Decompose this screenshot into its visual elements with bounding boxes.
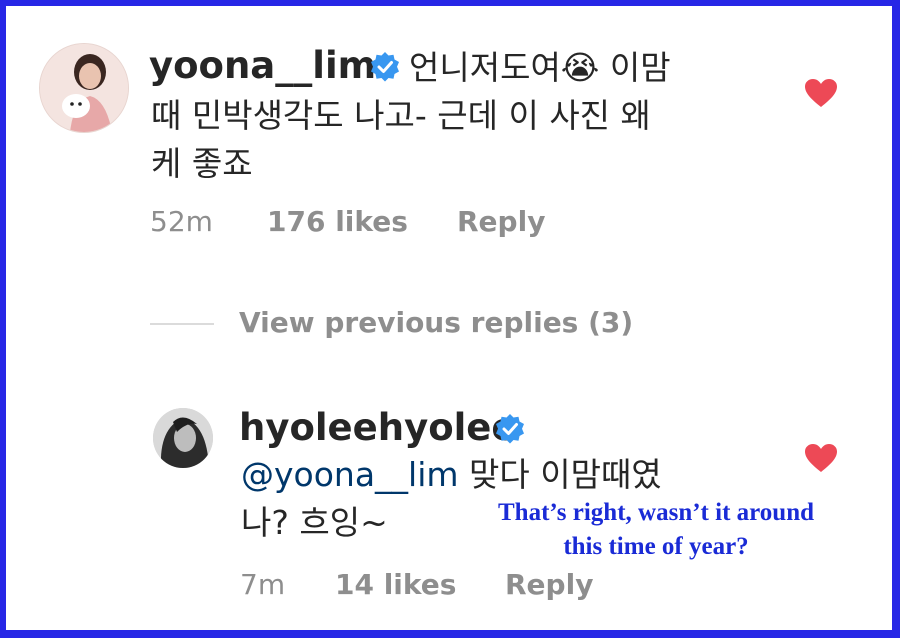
reply-text-line: @yoona__lim 맞다 이맘때였 [241, 451, 662, 499]
avatar-image [40, 44, 128, 132]
comment-time: 52m [150, 205, 213, 238]
likes-count[interactable]: 176 likes [267, 205, 408, 238]
reply-text-fragment: 맞다 이맘때였 [458, 455, 662, 494]
reply-button[interactable]: Reply [457, 205, 545, 238]
comment-username[interactable]: yoona__lim [149, 44, 376, 87]
comment-text-line: 언니저도여😭 이맘 [409, 48, 671, 87]
mention-link[interactable]: @yoona__lim [241, 455, 459, 494]
comment-text-line: 때 민박생각도 나고- 근데 이 사진 왜 [151, 96, 651, 135]
avatar-image [153, 408, 213, 468]
comment-time: 7m [240, 568, 286, 601]
avatar-yoona[interactable] [39, 43, 129, 133]
verified-badge-icon [496, 414, 524, 444]
comment-text-line: 케 좋죠 [151, 144, 253, 183]
reply-text-line: 나? 흐잉~ [241, 503, 388, 542]
verified-badge-icon [371, 52, 399, 82]
replies-divider [150, 323, 214, 325]
translation-line: That’s right, wasn’t it around [497, 499, 814, 526]
likes-count[interactable]: 14 likes [335, 568, 456, 601]
translation-caption: That’s right, wasn’t it around this time… [456, 496, 856, 564]
comment-panel: yoona__lim 언니저도여😭 이맘 때 민박생각도 나고- 근데 이 사진… [6, 6, 892, 630]
reply-button[interactable]: Reply [505, 568, 593, 601]
heart-icon[interactable] [804, 443, 838, 473]
heart-icon[interactable] [804, 78, 838, 108]
avatar-hyolee[interactable] [153, 408, 213, 468]
translation-line: this time of year? [563, 533, 749, 560]
comment-username[interactable]: hyoleehyolee [239, 406, 517, 449]
view-previous-replies-button[interactable]: View previous replies (3) [239, 306, 633, 339]
